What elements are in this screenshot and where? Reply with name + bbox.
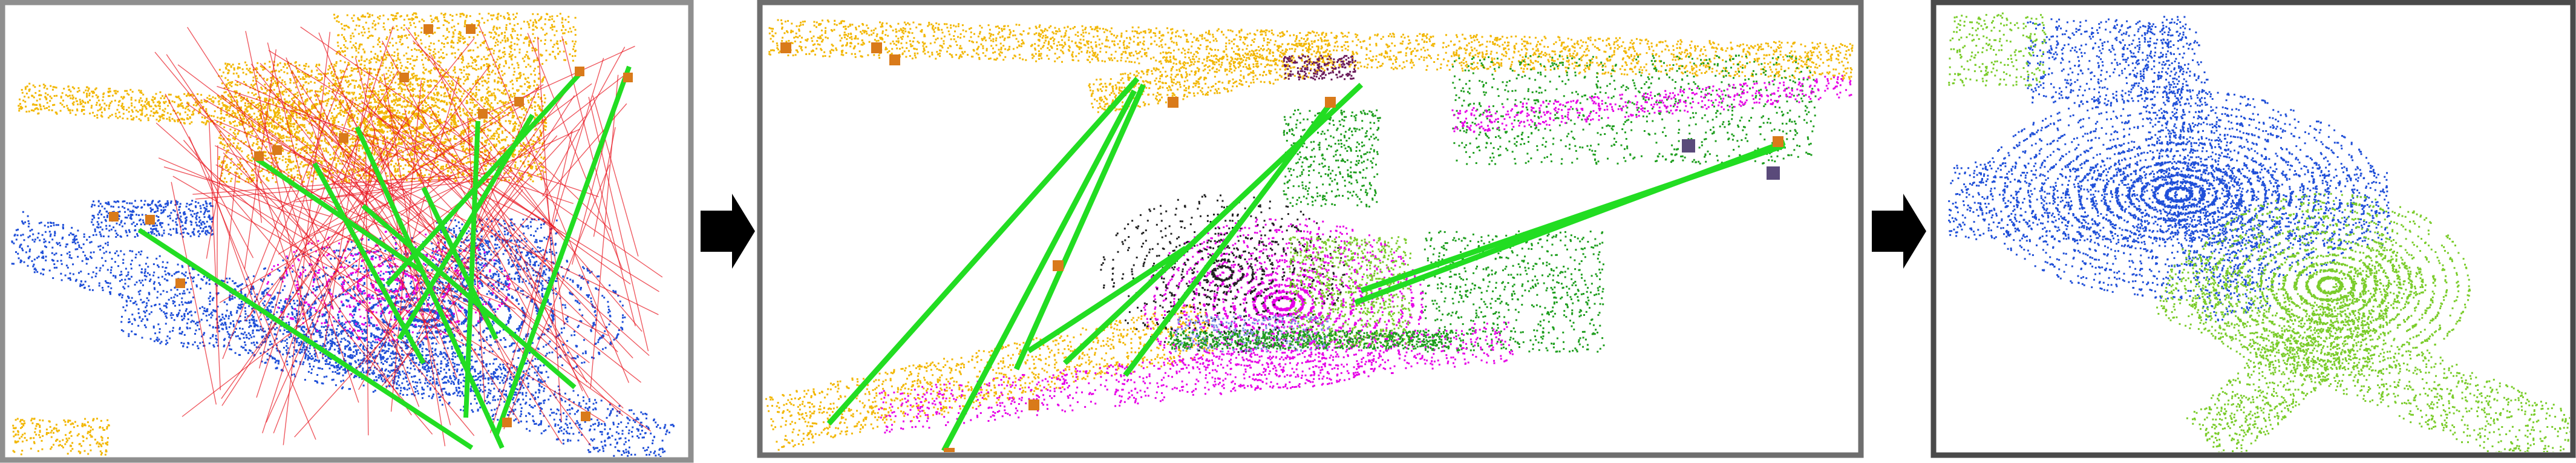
keypoint-marker [339, 133, 348, 143]
panel-filtered-correspondences [757, 0, 1864, 458]
keypoint-marker [109, 212, 119, 222]
keypoint-marker [1682, 139, 1695, 153]
right-arrow-icon [701, 194, 755, 269]
right-arrow-icon [1872, 194, 1926, 269]
keypoint-marker [254, 151, 264, 161]
keypoint-marker [581, 412, 590, 421]
keypoint-marker [466, 24, 476, 34]
keypoint-marker [502, 418, 512, 427]
keypoint-marker [780, 42, 791, 53]
keypoint-marker [399, 73, 409, 82]
panel-raw-correspondences [0, 0, 694, 463]
keypoint-marker [575, 67, 584, 76]
keypoint-marker [1325, 97, 1336, 108]
keypoint-marker [623, 73, 633, 82]
keypoint-marker [175, 278, 185, 288]
keypoint-marker [145, 215, 155, 225]
keypoint-marker [1028, 399, 1039, 410]
registration-pipeline-figure [0, 0, 2576, 463]
keypoint-marker [423, 24, 433, 34]
keypoint-marker [871, 42, 882, 53]
panel-frame [0, 0, 694, 463]
keypoint-marker [1773, 136, 1783, 147]
keypoint-marker [478, 109, 488, 119]
keypoint-marker [1053, 260, 1064, 271]
keypoint-marker [1767, 166, 1780, 180]
keypoint-marker [514, 97, 524, 107]
panel-registered-result [1930, 0, 2576, 458]
keypoint-marker [889, 54, 900, 65]
keypoint-marker [1168, 97, 1178, 108]
keypoint-marker [272, 145, 282, 155]
